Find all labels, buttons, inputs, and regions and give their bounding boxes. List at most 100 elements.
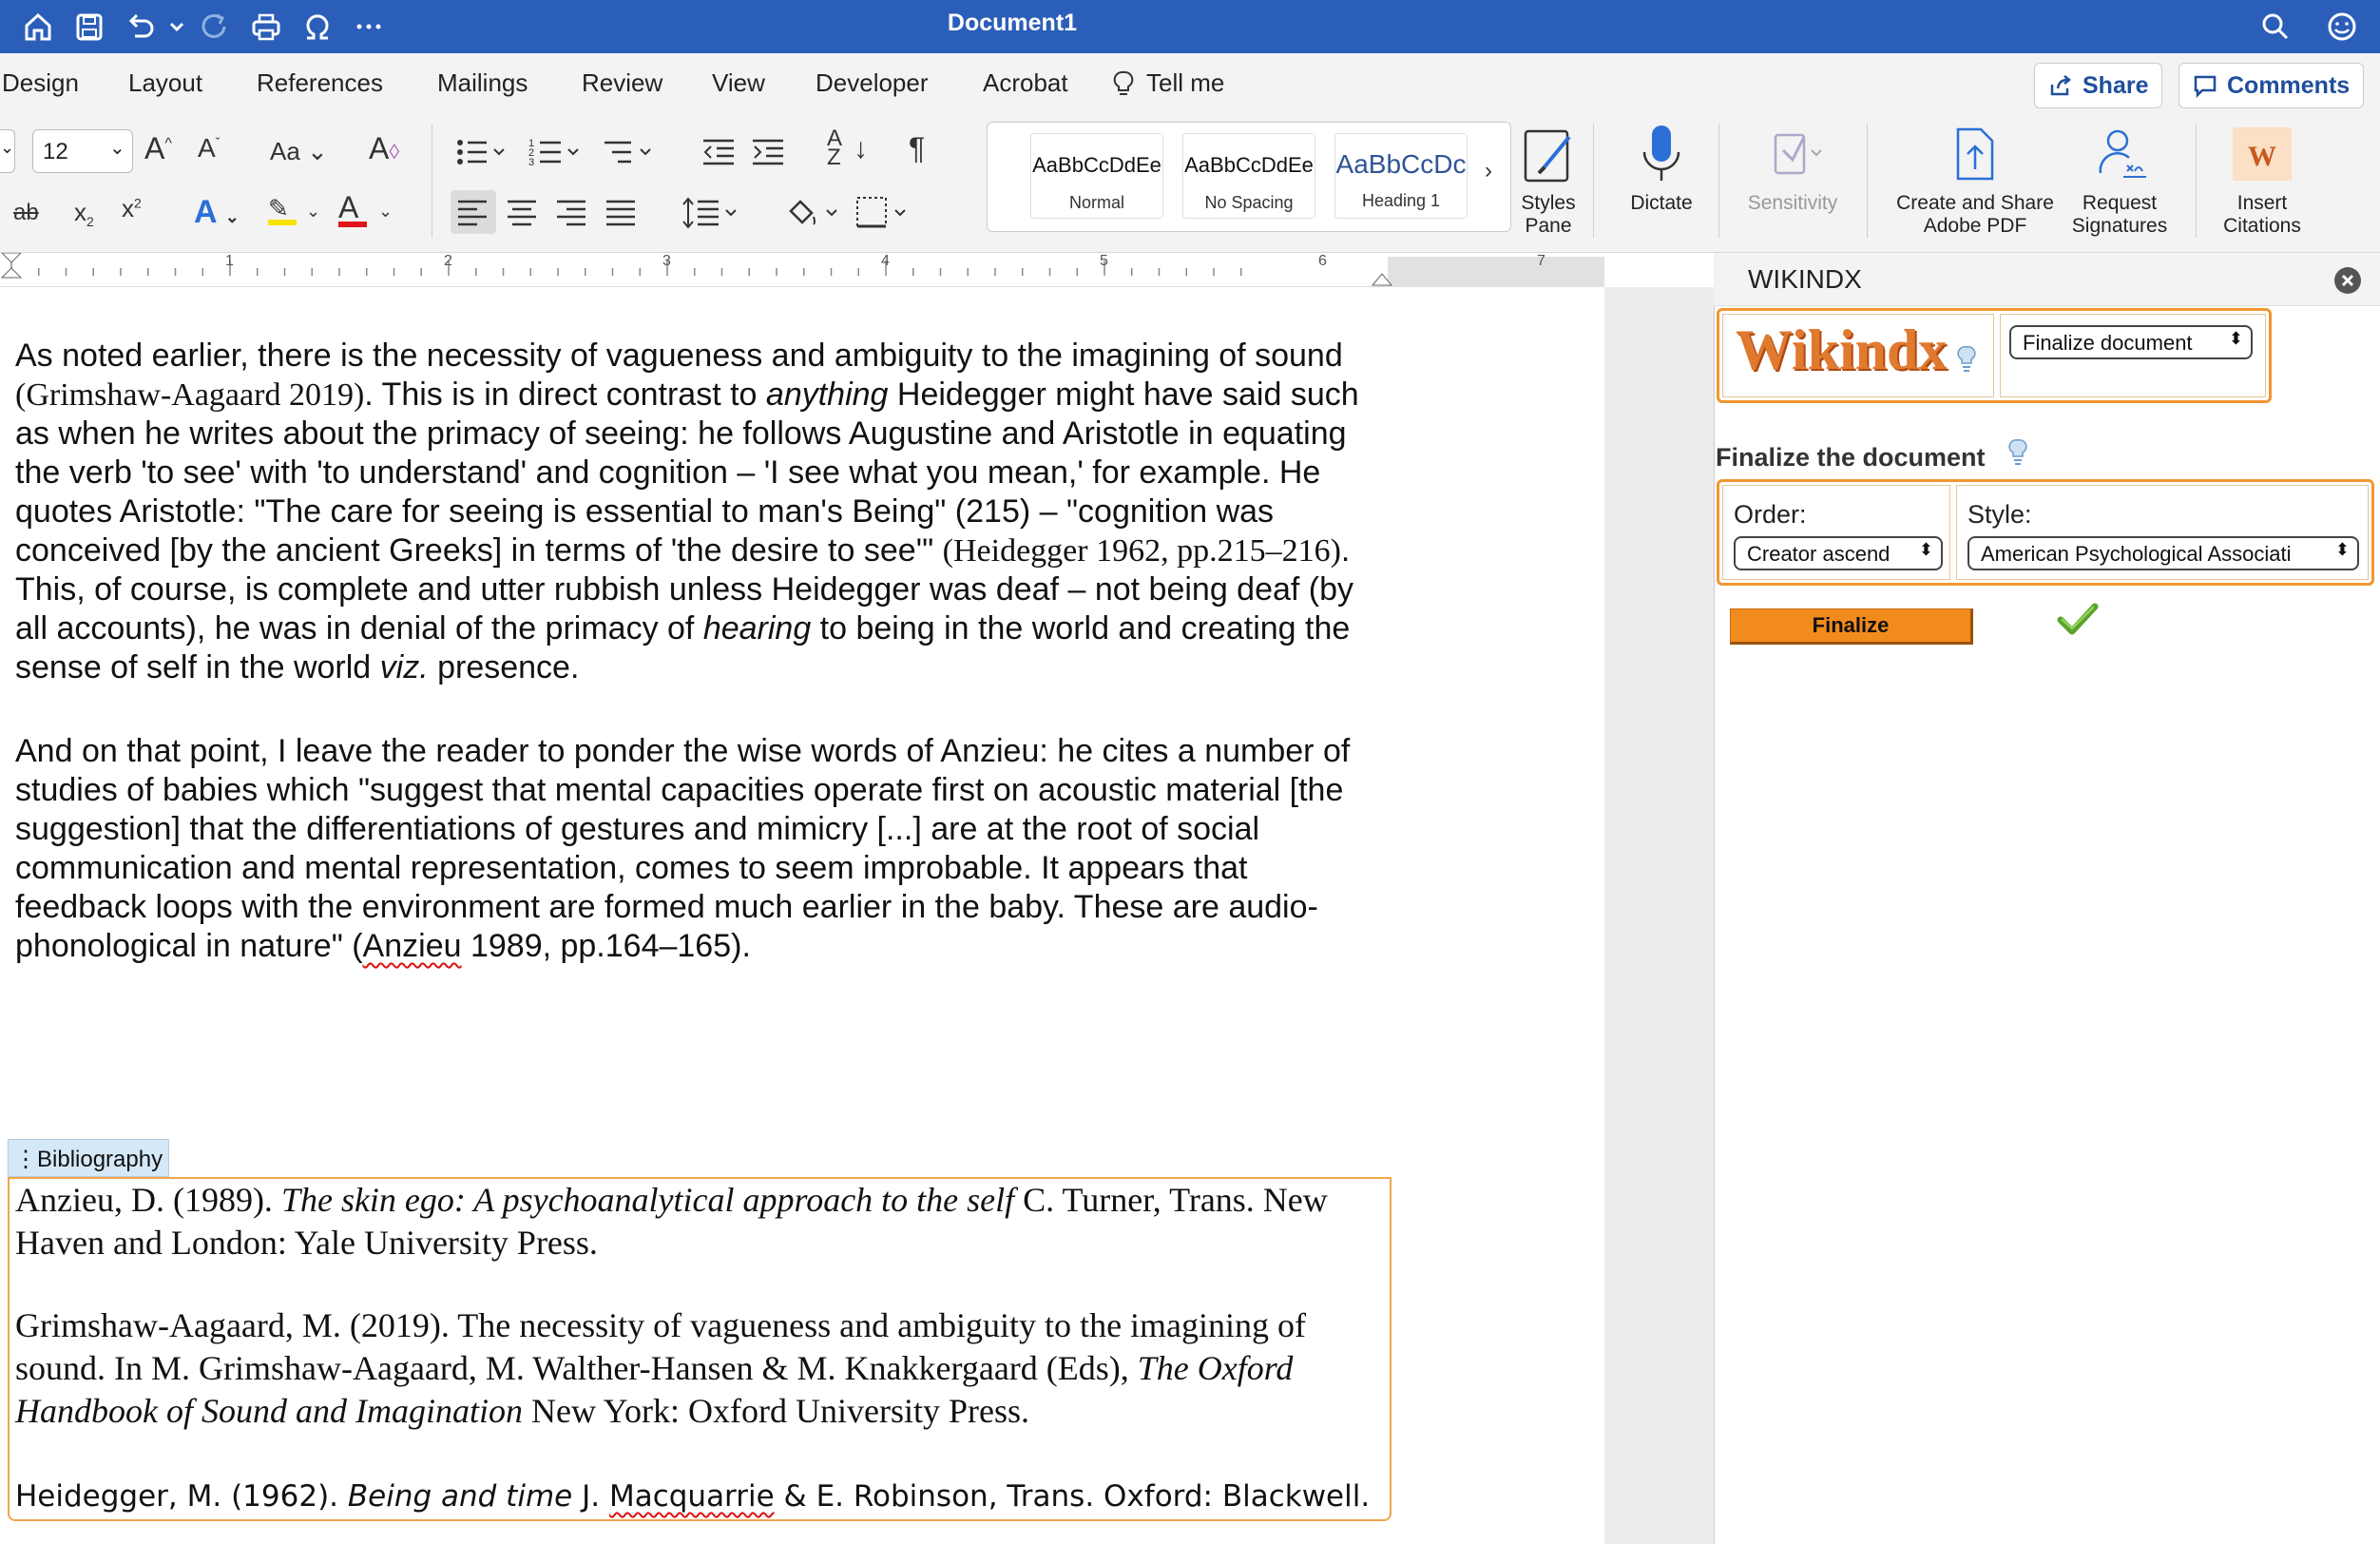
close-icon[interactable] [2333, 266, 2362, 295]
request-sig-label-1: Request [2082, 192, 2158, 214]
superscript-icon[interactable]: x2 [122, 194, 142, 223]
comment-icon [2194, 75, 2217, 98]
emphasis: viz. [379, 649, 429, 685]
font-size-dropdown[interactable]: 12 ⌄ [32, 129, 133, 173]
tab-view[interactable]: View [712, 68, 765, 98]
order-select[interactable]: Creator ascend ⬍ [1734, 536, 1943, 570]
divider [1867, 124, 1868, 238]
grow-font-icon[interactable]: A^ [144, 131, 172, 166]
gallery-next-icon[interactable]: › [1485, 158, 1492, 184]
share-icon [2050, 75, 2072, 96]
dictate-button[interactable]: Dictate [1616, 122, 1707, 215]
borders-icon[interactable] [854, 194, 914, 232]
tab-developer[interactable]: Developer [816, 68, 929, 98]
style-heading-1[interactable]: AaBbCcDc Heading 1 [1334, 133, 1468, 219]
lightbulb-icon [1113, 70, 1134, 95]
search-icon[interactable] [2256, 8, 2294, 46]
font-color-icon[interactable]: A [338, 190, 367, 227]
highlight-icon[interactable]: ✎ [268, 194, 297, 225]
text-run: & E. Robinson, Trans. Oxford: Blackwell. [774, 1479, 1371, 1514]
style-preview: AaBbCcDdEe [1184, 153, 1314, 177]
comments-button[interactable]: Comments [2178, 63, 2365, 108]
comments-label: Comments [2227, 71, 2351, 99]
emphasis: hearing [702, 610, 812, 647]
task-pane-header: WIKINDX [1714, 253, 2380, 306]
window-title: Document1 [947, 10, 1078, 36]
sensitivity-button[interactable]: Sensitivity [1739, 122, 1846, 215]
finalize-button[interactable]: Finalize [1730, 608, 1973, 645]
create-share-pdf-button[interactable]: Create and Share Adobe PDF [1888, 122, 2063, 238]
chevron-down-icon[interactable]: ⌄ [306, 202, 320, 222]
style-normal[interactable]: AaBbCcDdEe Normal [1030, 133, 1163, 219]
tab-mailings[interactable]: Mailings [437, 68, 528, 98]
text-run: Heidegger, M. (1962). [15, 1479, 348, 1514]
spelling-flag: Macquarrie [608, 1479, 775, 1514]
divider [1593, 124, 1594, 238]
tell-me-label: Tell me [1146, 68, 1225, 97]
microphone-icon [1642, 125, 1680, 181]
style-select-value: American Psychological Associati [1981, 542, 2292, 566]
style-preview: AaBbCcDc [1335, 149, 1467, 179]
decrease-indent-icon[interactable] [701, 135, 739, 169]
tab-review[interactable]: Review [582, 68, 662, 98]
tell-me[interactable]: Tell me [1112, 68, 1224, 98]
lightbulb-help-icon[interactable] [2007, 437, 2028, 468]
action-select-value: Finalize document [2023, 331, 2193, 355]
pane-heading: Finalize the document [1716, 443, 1986, 472]
multilevel-list-icon[interactable] [603, 135, 660, 169]
share-button[interactable]: Share [2034, 63, 2163, 108]
insert-citations-button[interactable]: W Insert Citations [2211, 122, 2313, 238]
strikethrough-icon[interactable]: ab [13, 200, 39, 226]
signature-icon [2099, 129, 2146, 178]
style-label: Style: [1967, 500, 2032, 529]
tab-references[interactable]: References [257, 68, 383, 98]
shading-icon[interactable] [785, 194, 846, 232]
entry-title: Being and time [347, 1479, 573, 1514]
tab-design[interactable]: Design [2, 68, 79, 98]
show-formatting-icon[interactable]: ¶ [909, 131, 925, 166]
ruler-number: 5 [1100, 253, 1108, 269]
request-signatures-button[interactable]: Request Signatures [2064, 122, 2175, 238]
insert-cit-label-2: Citations [2223, 215, 2301, 237]
list-buttons[interactable]: 123 [454, 135, 606, 169]
ruler[interactable]: 1 2 3 4 5 6 7 [0, 252, 1604, 287]
bibliography-content-control-tag[interactable]: ⋮Bibliography [8, 1139, 170, 1177]
subscript-icon[interactable]: x2 [74, 198, 94, 229]
feedback-smiley-icon[interactable] [2323, 8, 2361, 46]
tab-acrobat[interactable]: Acrobat [983, 68, 1068, 98]
dictate-label: Dictate [1630, 192, 1693, 214]
sensitivity-icon [1774, 133, 1822, 175]
line-spacing-icon[interactable] [681, 194, 741, 232]
bibliography-entry-heidegger[interactable]: Heidegger, M. (1962). Being and time J. … [15, 1477, 1393, 1516]
lightbulb-help-icon[interactable] [1956, 344, 1977, 375]
increase-indent-icon[interactable] [751, 135, 789, 169]
emphasis: anything [765, 376, 889, 413]
style-no-spacing[interactable]: AaBbCcDdEe No Spacing [1182, 133, 1315, 219]
bibliography-label: Bibliography [37, 1147, 163, 1172]
bibliography-entry-anzieu[interactable]: Anzieu, D. (1989). The skin ego: A psych… [15, 1179, 1384, 1264]
font-name-dropdown[interactable]: ⌄ [0, 129, 15, 173]
styles-pane-button[interactable]: Styles Pane [1511, 125, 1585, 238]
share-label: Share [2082, 71, 2149, 99]
shrink-font-icon[interactable]: Aˇ [198, 133, 220, 164]
ruler-number: 2 [444, 253, 452, 269]
updown-arrows-icon: ⬍ [1918, 540, 1933, 559]
insert-cit-label-1: Insert [2236, 192, 2288, 214]
citation: (Grimshaw-Aagaard 2019) [15, 377, 365, 413]
sort-icon[interactable]: AZ [827, 127, 842, 169]
updown-arrows-icon: ⬍ [2228, 329, 2243, 348]
clear-formatting-icon[interactable]: A◊ [369, 131, 399, 166]
chevron-down-icon[interactable]: ⌄ [378, 202, 393, 222]
change-case-icon[interactable]: Aa ⌄ [270, 137, 328, 166]
tab-layout[interactable]: Layout [128, 68, 202, 98]
ruler-number: 6 [1318, 253, 1327, 269]
style-select[interactable]: American Psychological Associati ⬍ [1967, 536, 2359, 570]
checkmark-icon [2057, 603, 2099, 635]
bibliography-entry-grimshaw[interactable]: Grimshaw-Aagaard, M. (2019). The necessi… [15, 1304, 1384, 1433]
text-run: J. [572, 1479, 609, 1514]
action-select[interactable]: Finalize document ⬍ [2009, 325, 2253, 359]
body-paragraph-2[interactable]: And on that point, I leave the reader to… [15, 732, 1374, 966]
sort-arrow-icon: ↓ [854, 133, 868, 164]
body-paragraph-1[interactable]: As noted earlier, there is the necessity… [15, 337, 1374, 687]
text-effects-icon[interactable]: A ⌄ [194, 194, 240, 231]
